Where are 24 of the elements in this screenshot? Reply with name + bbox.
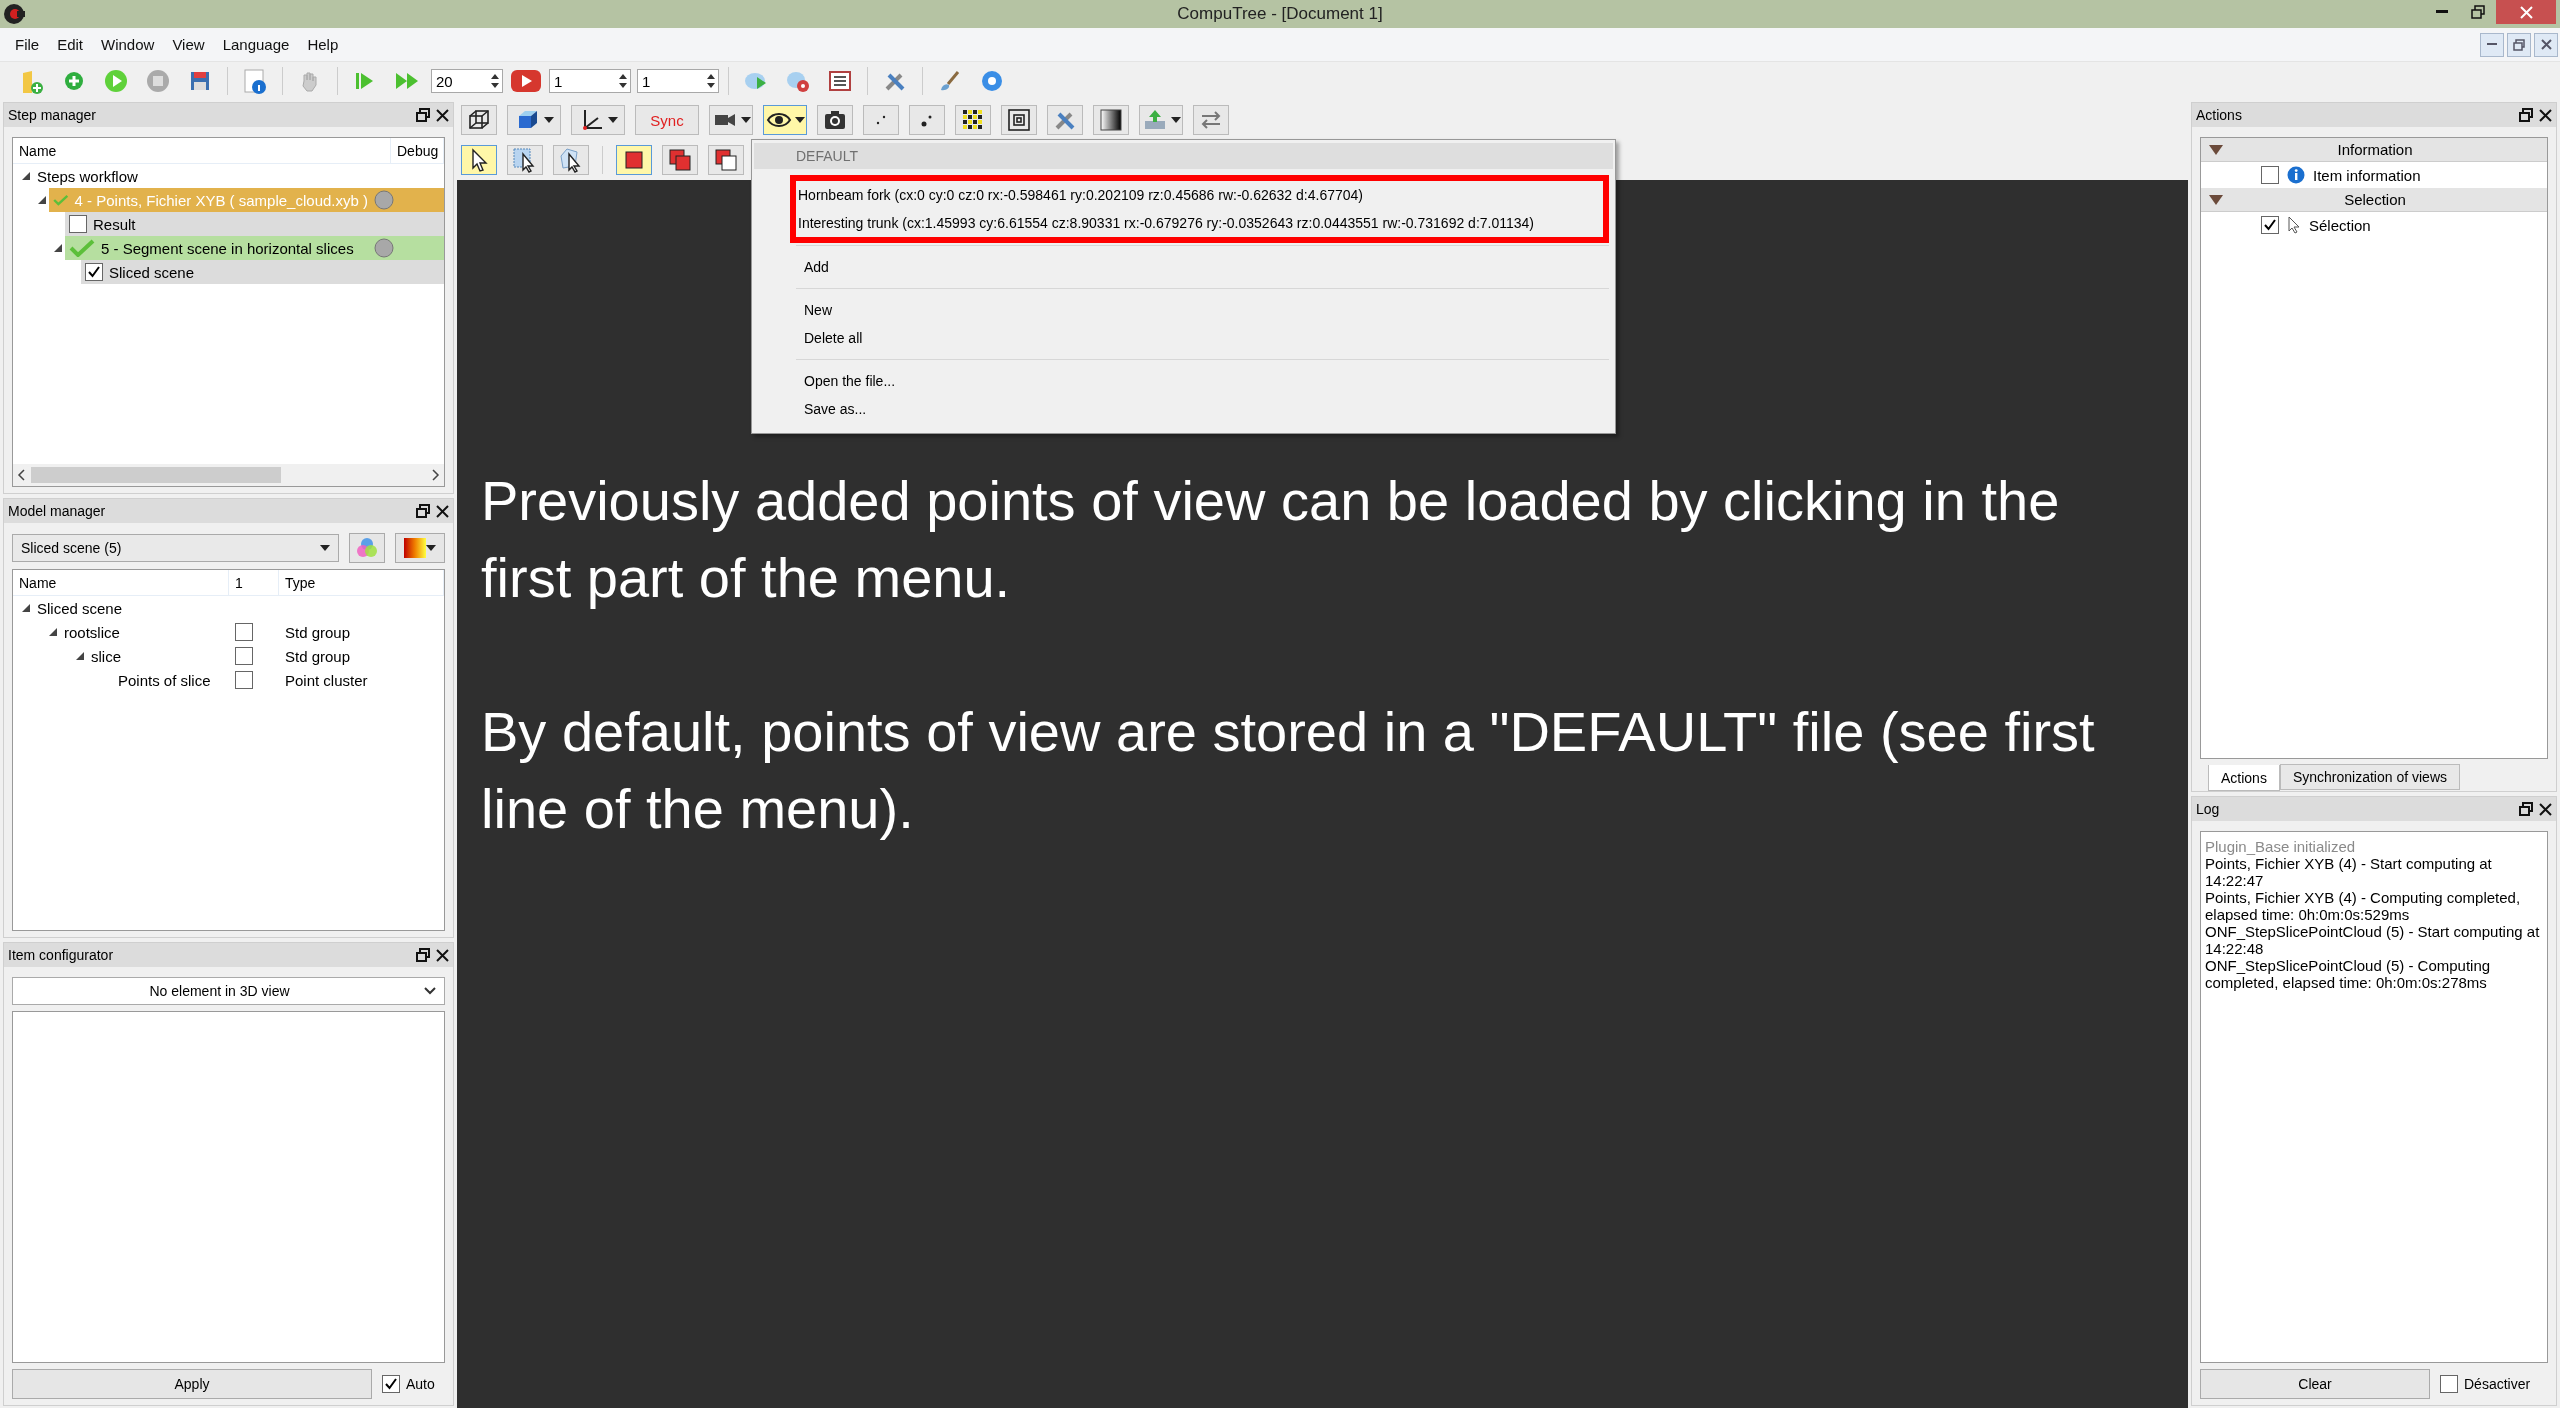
log-line: Points, Fichier XYB (4) - Computing completed, elapsed time: 0h:0m:0s:529ms [2205, 889, 2522, 923]
log-line: Plugin_Base initialized [2205, 838, 2357, 855]
type-label: Std group [284, 623, 351, 641]
tree-item-label: 5 - Segment scene in horizontal slices [101, 239, 355, 257]
tree-item-label: Sliced scene [109, 263, 196, 281]
tree-item-label: 4 - Points, Fichier XYB ( sample_cloud.xyb ) [74, 191, 368, 209]
log-line: Points, Fichier XYB (4) - Start computing at 14:22:47 [2205, 855, 2493, 889]
tree-item-label: Steps workflow [37, 167, 139, 185]
log-line: ONF_StepSlicePointCloud (5) - Computing completed, elapsed time: 0h:0m:0s:278ms [2205, 957, 2492, 991]
type-label: Std group [284, 647, 351, 665]
checkbox-label: Auto [406, 1376, 435, 1392]
log-line: ONF_StepSlicePointCloud (5) - Start computing at 14:22:48 [2205, 923, 2541, 957]
panel-title: Model manager [8, 503, 107, 519]
window-title: CompuTree - [Document 1] [1177, 4, 1383, 24]
panel-title: Item configurator [8, 947, 115, 963]
annotation-text: By default, points of view are stored in a "DEFAULT" file (see first line of the menu). [481, 699, 2096, 842]
annotation-text: Previously added points of view can be loaded by clicking in the first part of the menu. [481, 468, 2061, 611]
panel-title: Log [2196, 801, 2221, 817]
panel-title: Step manager [8, 107, 97, 123]
type-label: Point cluster [284, 671, 368, 689]
menu-header: DEFAULT [754, 143, 1613, 169]
checkbox-label: Désactiver [2464, 1376, 2531, 1392]
panel-title: Actions [2196, 107, 2243, 123]
tree-item-label: Result [93, 215, 137, 233]
